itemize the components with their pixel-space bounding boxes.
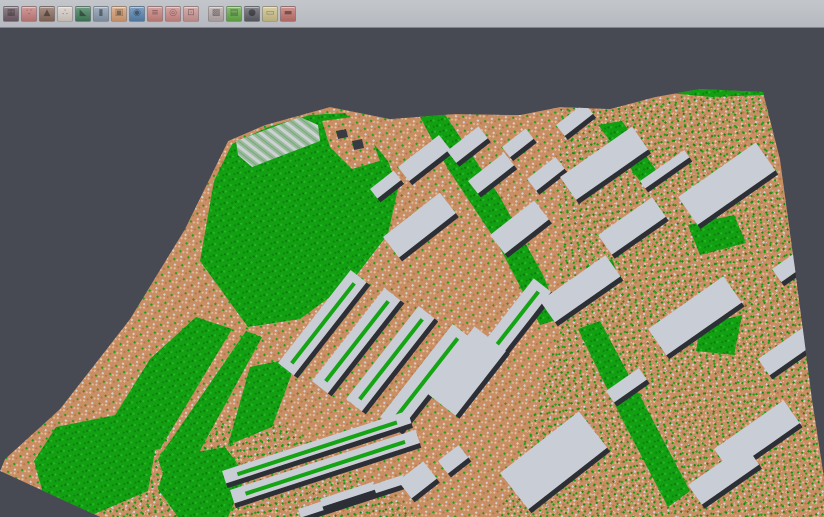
globe-icon[interactable]: ◉ — [129, 6, 145, 22]
open-cube-icon[interactable]: ▦ — [3, 6, 19, 22]
toolbar: ▦∵▲∴◣▮▣◉≡◎⊡ ▩▤●▭▬ — [0, 0, 824, 28]
sparse-points-icon[interactable]: ∴ — [57, 6, 73, 22]
sand-box-icon[interactable]: ▭ — [262, 6, 278, 22]
small-dark-roof — [352, 139, 364, 150]
panel-icon[interactable]: ▮ — [93, 6, 109, 22]
viewport-3d[interactable] — [0, 29, 824, 517]
point-cloud-render[interactable] — [0, 29, 824, 517]
ortho-box-icon[interactable]: ▣ — [111, 6, 127, 22]
layers-icon[interactable]: ≡ — [147, 6, 163, 22]
terrain-mound-icon[interactable]: ◣ — [75, 6, 91, 22]
dark-sphere-icon[interactable]: ● — [244, 6, 260, 22]
point-pair-icon[interactable]: ∵ — [21, 6, 37, 22]
target-ring-icon[interactable]: ◎ — [165, 6, 181, 22]
flag-icon[interactable]: ▬ — [280, 6, 296, 22]
toolbar-separator — [200, 6, 207, 22]
mountain-icon[interactable]: ▲ — [39, 6, 55, 22]
checker-icon[interactable]: ▩ — [208, 6, 224, 22]
classification-map-icon[interactable]: ▤ — [226, 6, 242, 22]
crop-corners-icon[interactable]: ⊡ — [183, 6, 199, 22]
